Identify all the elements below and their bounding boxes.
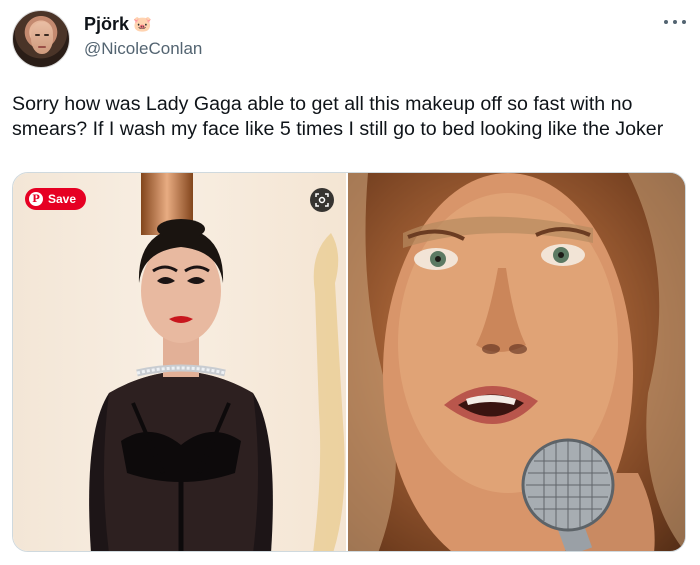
display-name[interactable]: Pjörk	[84, 14, 129, 35]
avatar-face	[31, 22, 53, 54]
more-icon[interactable]	[664, 14, 686, 30]
photo-singing[interactable]	[348, 173, 685, 551]
pinterest-icon: P	[29, 192, 43, 206]
tweet-text: Sorry how was Lady Gaga able to get all …	[12, 93, 664, 140]
pig-icon: 🐷	[133, 16, 152, 33]
photo-red-carpet[interactable]: P Save	[13, 173, 348, 551]
avatar-eye	[35, 34, 40, 36]
avatar-mouth	[38, 46, 46, 48]
singing-illustration	[348, 173, 685, 551]
visual-search-icon[interactable]	[310, 188, 334, 212]
lens-glyph	[315, 193, 329, 207]
media-grid: P Save	[12, 172, 686, 552]
avatar-eye	[44, 34, 49, 36]
author-handle[interactable]: @NicoleConlan	[84, 39, 202, 59]
author-name-row[interactable]: Pjörk 🐷	[84, 14, 152, 35]
tweet-card: Pjörk 🐷 @NicoleConlan Sorry how was Lady…	[0, 0, 700, 565]
more-dot	[673, 20, 677, 24]
more-dot	[664, 20, 668, 24]
pinterest-save-button[interactable]: P Save	[25, 188, 87, 210]
avatar[interactable]	[12, 10, 70, 68]
red-carpet-illustration	[89, 173, 345, 551]
save-label: Save	[48, 192, 77, 206]
more-dot	[682, 20, 686, 24]
